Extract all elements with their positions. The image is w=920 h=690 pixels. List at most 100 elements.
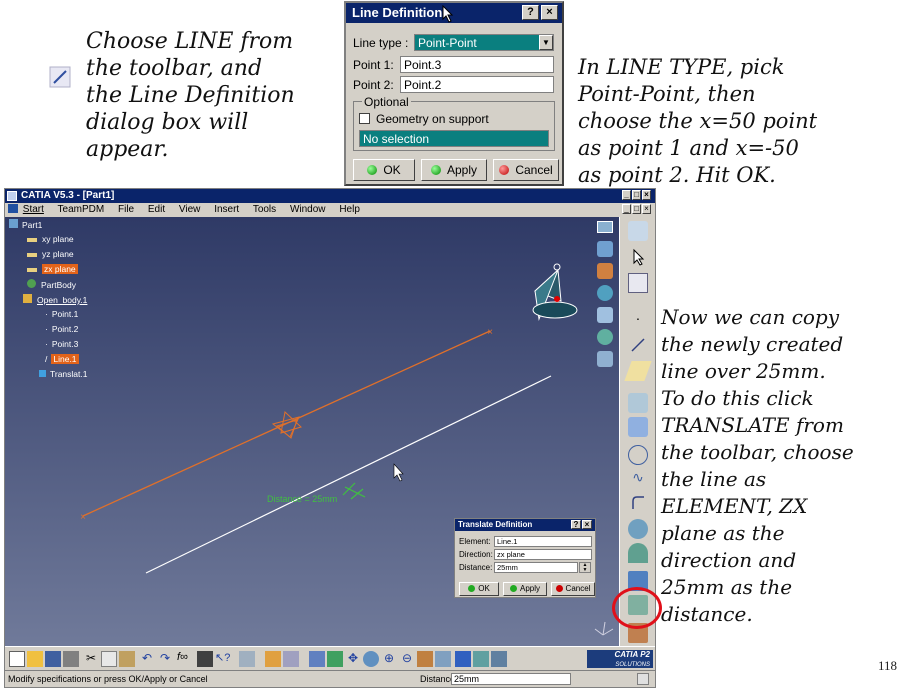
normal-view-icon[interactable] <box>417 651 433 667</box>
translate-apply-button[interactable]: Apply <box>503 582 547 596</box>
chevron-down-icon[interactable]: ▼ <box>539 35 553 50</box>
sphere-icon[interactable] <box>628 519 648 539</box>
sweep-icon[interactable] <box>597 285 613 301</box>
rotate-view-icon[interactable] <box>363 651 379 667</box>
tree-item-point-1[interactable]: · Point.1 <box>9 309 87 324</box>
tree-item-translat-1[interactable]: Translat.1 <box>9 369 87 384</box>
point-3-marker[interactable]: × <box>80 512 86 523</box>
whats-this-icon[interactable]: ↖? <box>215 651 231 667</box>
help-button[interactable]: ? <box>522 5 539 20</box>
open-file-icon[interactable] <box>27 651 43 667</box>
doc-close-button[interactable]: × <box>642 204 651 214</box>
tree-root[interactable]: Part1 <box>9 219 87 234</box>
menu-edit[interactable]: Edit <box>148 204 165 215</box>
formula-icon[interactable]: f∞ <box>177 651 193 667</box>
move-icon[interactable]: ✥ <box>345 651 361 667</box>
fit-all-icon[interactable] <box>309 651 325 667</box>
new-file-icon[interactable] <box>9 651 25 667</box>
zoom-out-icon[interactable]: ⊖ <box>399 651 415 667</box>
geometry-checkbox[interactable] <box>359 113 370 124</box>
print-icon[interactable] <box>63 651 79 667</box>
tree-item-open-body[interactable]: Open_body.1 <box>9 294 87 309</box>
close-button[interactable]: × <box>642 190 651 200</box>
close-panel-icon[interactable] <box>597 221 613 233</box>
select-arrow-icon[interactable] <box>628 247 648 267</box>
catalog-icon[interactable] <box>239 651 255 667</box>
line-type-select[interactable]: Point-Point ▼ <box>414 34 554 51</box>
menu-view[interactable]: View <box>179 204 201 215</box>
translate-cancel-button[interactable]: Cancel <box>551 582 595 596</box>
sketcher-icon[interactable] <box>628 273 648 293</box>
surface-icon[interactable] <box>597 263 613 279</box>
cancel-button[interactable]: Cancel <box>493 159 559 181</box>
axis-compass-icon[interactable] <box>271 411 302 439</box>
status-grid-icon[interactable] <box>637 673 649 685</box>
no-selection-field[interactable]: No selection <box>359 130 549 147</box>
undo-icon[interactable]: ↶ <box>139 651 155 667</box>
analysis-icon[interactable] <box>283 651 299 667</box>
spline-icon[interactable]: ∿ <box>628 469 648 489</box>
offset-icon[interactable] <box>597 329 613 345</box>
tree-item-point-3[interactable]: · Point.3 <box>9 339 87 354</box>
status-distance-field[interactable]: 25mm <box>451 673 571 685</box>
maximize-button[interactable]: □ <box>632 190 641 200</box>
translate-close-button[interactable]: × <box>582 520 592 529</box>
menu-tools[interactable]: Tools <box>253 204 276 215</box>
view-icon[interactable] <box>628 221 648 241</box>
plane-icon[interactable] <box>624 361 652 381</box>
save-icon[interactable] <box>45 651 61 667</box>
ok-button[interactable]: OK <box>353 159 415 181</box>
menu-insert[interactable]: Insert <box>214 204 239 215</box>
table-icon[interactable] <box>197 651 213 667</box>
line-icon[interactable] <box>628 335 648 355</box>
circle-icon[interactable] <box>628 445 648 465</box>
point2-field[interactable]: Point.2 <box>400 76 554 93</box>
tree-item-partbody[interactable]: PartBody <box>9 279 87 294</box>
direction-field[interactable]: zx plane <box>494 549 592 560</box>
menu-teampdm[interactable]: TeamPDM <box>58 204 105 215</box>
3d-viewport[interactable]: × × Distance = 25mm Part1 xy plane yz pl… <box>5 217 619 646</box>
hide-show-icon[interactable] <box>473 651 489 667</box>
close-button[interactable]: × <box>541 5 558 20</box>
corner-icon[interactable] <box>628 493 648 513</box>
point-2-marker[interactable]: × <box>487 327 493 338</box>
tree-item-point-2[interactable]: · Point.2 <box>9 324 87 339</box>
compass-widget-icon[interactable] <box>532 263 578 321</box>
render-icon[interactable] <box>455 651 471 667</box>
tree-item-zx-plane[interactable]: zx plane <box>9 264 87 279</box>
translate-ok-button[interactable]: OK <box>459 582 499 596</box>
fill-icon[interactable] <box>597 307 613 323</box>
distance-stepper[interactable]: ▲ ▼ <box>579 562 591 573</box>
doc-maximize-button[interactable]: □ <box>632 204 641 214</box>
distance-field[interactable]: 25mm <box>494 562 578 573</box>
point-icon[interactable]: · <box>628 309 648 329</box>
menu-start[interactable]: Start <box>23 204 44 215</box>
revolve-icon[interactable] <box>628 417 648 437</box>
tree-item-line-1[interactable]: / Line.1 <box>9 354 87 369</box>
menu-window[interactable]: Window <box>290 204 326 215</box>
doc-minimize-button[interactable]: _ <box>622 204 631 214</box>
trim-icon[interactable] <box>628 543 648 563</box>
cut-icon[interactable]: ✂ <box>83 651 99 667</box>
copy-icon[interactable] <box>101 651 117 667</box>
start-app-icon[interactable] <box>8 204 18 213</box>
tree-item-xy-plane[interactable]: xy plane <box>9 234 87 249</box>
redo-icon[interactable]: ↷ <box>157 651 173 667</box>
view-mode-icon[interactable] <box>435 651 451 667</box>
swap-icon[interactable] <box>491 651 507 667</box>
point1-field[interactable]: Point.3 <box>400 56 554 73</box>
join-icon[interactable] <box>597 351 613 367</box>
minimize-button[interactable]: _ <box>622 190 631 200</box>
paste-icon[interactable] <box>119 651 135 667</box>
element-field[interactable]: Line.1 <box>494 536 592 547</box>
measure-icon[interactable] <box>265 651 281 667</box>
tree-item-yz-plane[interactable]: yz plane <box>9 249 87 264</box>
pan-icon[interactable] <box>327 651 343 667</box>
menu-file[interactable]: File <box>118 204 134 215</box>
translate-help-button[interactable]: ? <box>571 520 581 529</box>
zoom-in-icon[interactable]: ⊕ <box>381 651 397 667</box>
extrude-icon[interactable] <box>628 393 648 413</box>
apply-button[interactable]: Apply <box>421 159 487 181</box>
menu-help[interactable]: Help <box>339 204 360 215</box>
sketch-icon[interactable] <box>597 241 613 257</box>
